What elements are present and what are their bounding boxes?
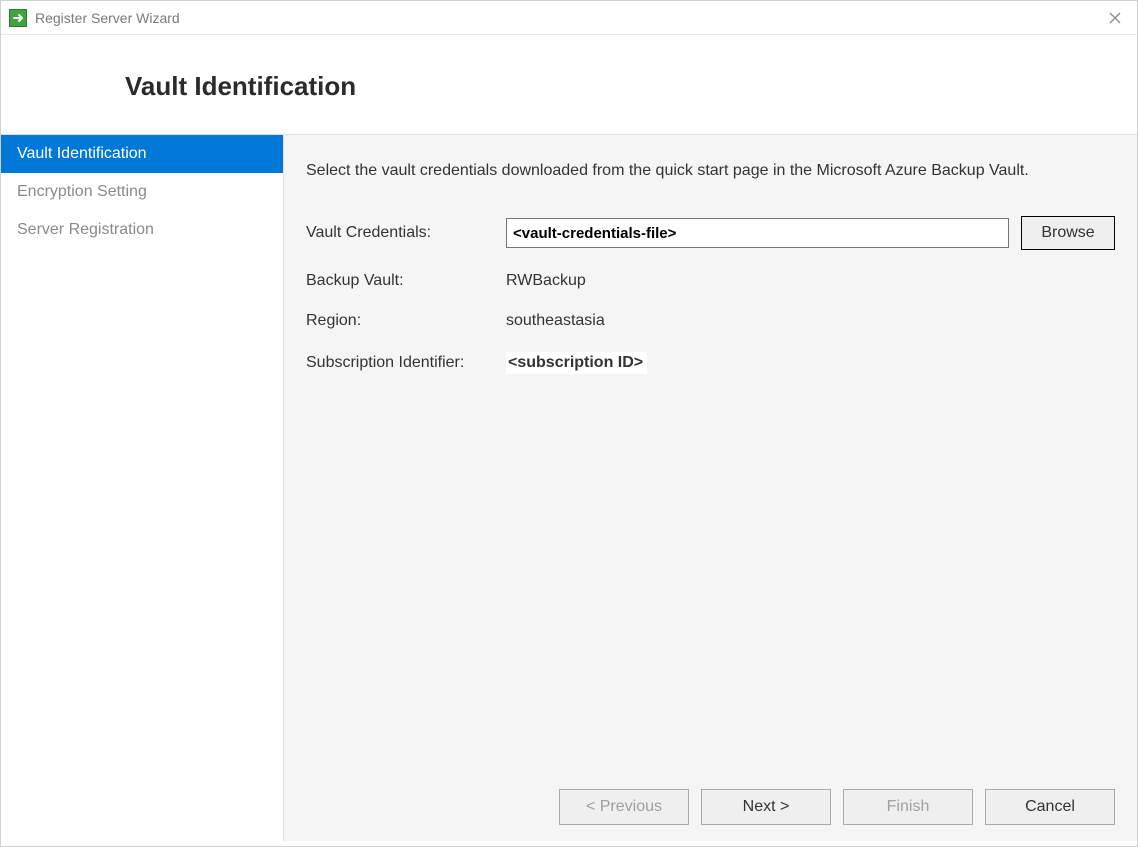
value-backup-vault: RWBackup: [506, 272, 586, 290]
sidebar-item-vault-identification[interactable]: Vault Identification: [1, 135, 283, 173]
row-backup-vault: Backup Vault: RWBackup: [306, 272, 1115, 290]
wizard-footer: < Previous Next > Finish Cancel: [306, 769, 1115, 825]
close-icon: [1109, 12, 1121, 24]
sidebar-item-server-registration[interactable]: Server Registration: [1, 211, 283, 249]
label-backup-vault: Backup Vault:: [306, 272, 506, 290]
wizard-steps-sidebar: Vault Identification Encryption Setting …: [1, 134, 283, 841]
row-vault-credentials: Vault Credentials: Browse: [306, 216, 1115, 250]
sidebar-item-label: Vault Identification: [17, 145, 147, 162]
label-subscription: Subscription Identifier:: [306, 354, 506, 372]
label-region: Region:: [306, 312, 506, 330]
sidebar-item-label: Encryption Setting: [17, 183, 147, 200]
wizard-main-panel: Select the vault credentials downloaded …: [283, 134, 1137, 841]
wizard-body: Vault Identification Encryption Setting …: [1, 134, 1137, 841]
next-button[interactable]: Next >: [701, 789, 831, 825]
window-title: Register Server Wizard: [35, 10, 1101, 26]
instruction-text: Select the vault credentials downloaded …: [306, 159, 1086, 182]
close-button[interactable]: [1101, 6, 1129, 30]
previous-button: < Previous: [559, 789, 689, 825]
sidebar-item-encryption-setting[interactable]: Encryption Setting: [1, 173, 283, 211]
row-subscription: Subscription Identifier: <subscription I…: [306, 352, 1115, 374]
page-title: Vault Identification: [125, 71, 1137, 102]
app-icon: [9, 9, 27, 27]
wizard-header: Vault Identification: [1, 35, 1137, 134]
titlebar: Register Server Wizard: [1, 1, 1137, 35]
label-vault-credentials: Vault Credentials:: [306, 224, 506, 242]
browse-button[interactable]: Browse: [1021, 216, 1115, 250]
value-region: southeastasia: [506, 312, 605, 330]
finish-button: Finish: [843, 789, 973, 825]
sidebar-item-label: Server Registration: [17, 221, 154, 238]
row-region: Region: southeastasia: [306, 312, 1115, 330]
vault-credentials-input[interactable]: [506, 218, 1009, 248]
cancel-button[interactable]: Cancel: [985, 789, 1115, 825]
value-subscription: <subscription ID>: [506, 352, 647, 374]
